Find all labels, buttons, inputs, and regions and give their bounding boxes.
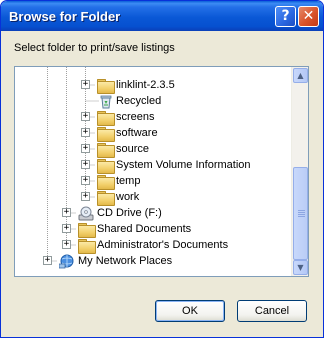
- tree-item-work[interactable]: work: [97, 189, 140, 206]
- expand-toggle[interactable]: +: [62, 240, 71, 249]
- expand-toggle[interactable]: +: [43, 256, 52, 265]
- expand-toggle[interactable]: +: [62, 208, 71, 217]
- expand-toggle[interactable]: +: [62, 224, 71, 233]
- expand-toggle[interactable]: +: [81, 144, 90, 153]
- tree-item-label: System Volume Information: [116, 159, 251, 171]
- scroll-up-button[interactable]: ▲: [293, 68, 308, 83]
- tree-item-label: My Network Places: [78, 255, 173, 267]
- cancel-button[interactable]: Cancel: [237, 300, 307, 322]
- tree-item-label: work: [116, 191, 140, 203]
- network-places-icon: [58, 254, 75, 269]
- expand-toggle[interactable]: +: [81, 128, 90, 137]
- vertical-scrollbar[interactable]: ▲ ▼: [291, 67, 308, 276]
- close-button[interactable]: ✕: [298, 6, 319, 27]
- instruction-text: Select folder to print/save listings: [14, 42, 175, 54]
- tree-item-linklint[interactable]: linklint-2.3.5: [97, 77, 175, 94]
- tree-item-temp[interactable]: temp: [97, 173, 141, 190]
- tree-item-label: source: [116, 143, 150, 155]
- tree-item-my-network-places[interactable]: My Network Places: [58, 253, 173, 269]
- tree-item-label: temp: [116, 175, 141, 187]
- recycle-bin-icon: [99, 94, 113, 109]
- folder-icon: [97, 174, 115, 190]
- grip-line: [298, 212, 305, 213]
- expand-toggle[interactable]: +: [81, 112, 90, 121]
- folder-icon: [97, 142, 115, 158]
- folder-icon: [97, 190, 115, 206]
- tree-item-shared-documents[interactable]: Shared Documents: [78, 221, 192, 238]
- expand-toggle[interactable]: +: [81, 176, 90, 185]
- tree-item-label: screens: [116, 111, 155, 123]
- expand-toggle[interactable]: +: [81, 80, 90, 89]
- tree-item-label: Shared Documents: [97, 223, 192, 235]
- folder-icon: [97, 126, 115, 142]
- folder-icon: [97, 78, 115, 94]
- dialog-title: Browse for Folder: [9, 9, 121, 24]
- folder-icon: [78, 238, 96, 254]
- tree-item-screens[interactable]: screens: [97, 109, 155, 126]
- cd-drive-icon: [78, 206, 94, 221]
- tree-item-source[interactable]: source: [97, 141, 150, 158]
- folder-tree[interactable]: + linklint-2.3.5 Recycled + screens + so…: [14, 66, 309, 277]
- help-button[interactable]: ?: [275, 6, 296, 27]
- scroll-thumb[interactable]: [293, 167, 308, 260]
- tree-item-system-volume-information[interactable]: System Volume Information: [97, 157, 251, 174]
- tree-item-administrators-documents[interactable]: Administrator's Documents: [78, 237, 229, 254]
- scroll-down-button[interactable]: ▼: [293, 260, 308, 275]
- folder-icon: [78, 222, 96, 238]
- expand-toggle[interactable]: +: [81, 160, 90, 169]
- folder-icon: [97, 110, 115, 126]
- grip-line: [298, 216, 305, 217]
- tree-item-label: CD Drive (F:): [97, 207, 162, 219]
- tree-item-label: Administrator's Documents: [97, 239, 229, 251]
- grip-line: [298, 210, 305, 211]
- tree-item-cd-drive[interactable]: CD Drive (F:): [78, 205, 162, 221]
- expand-toggle[interactable]: +: [81, 192, 90, 201]
- tree-item-recycled[interactable]: Recycled: [99, 93, 161, 109]
- grip-line: [298, 214, 305, 215]
- title-bar[interactable]: Browse for Folder ? ✕: [1, 1, 323, 31]
- ok-button[interactable]: OK: [155, 300, 225, 322]
- tree-item-software[interactable]: software: [97, 125, 158, 142]
- tree-item-label: linklint-2.3.5: [116, 79, 175, 91]
- folder-icon: [97, 158, 115, 174]
- browse-for-folder-dialog: Browse for Folder ? ✕ Select folder to p…: [0, 0, 324, 338]
- tree-item-label: software: [116, 127, 158, 139]
- tree-item-label: Recycled: [116, 95, 162, 107]
